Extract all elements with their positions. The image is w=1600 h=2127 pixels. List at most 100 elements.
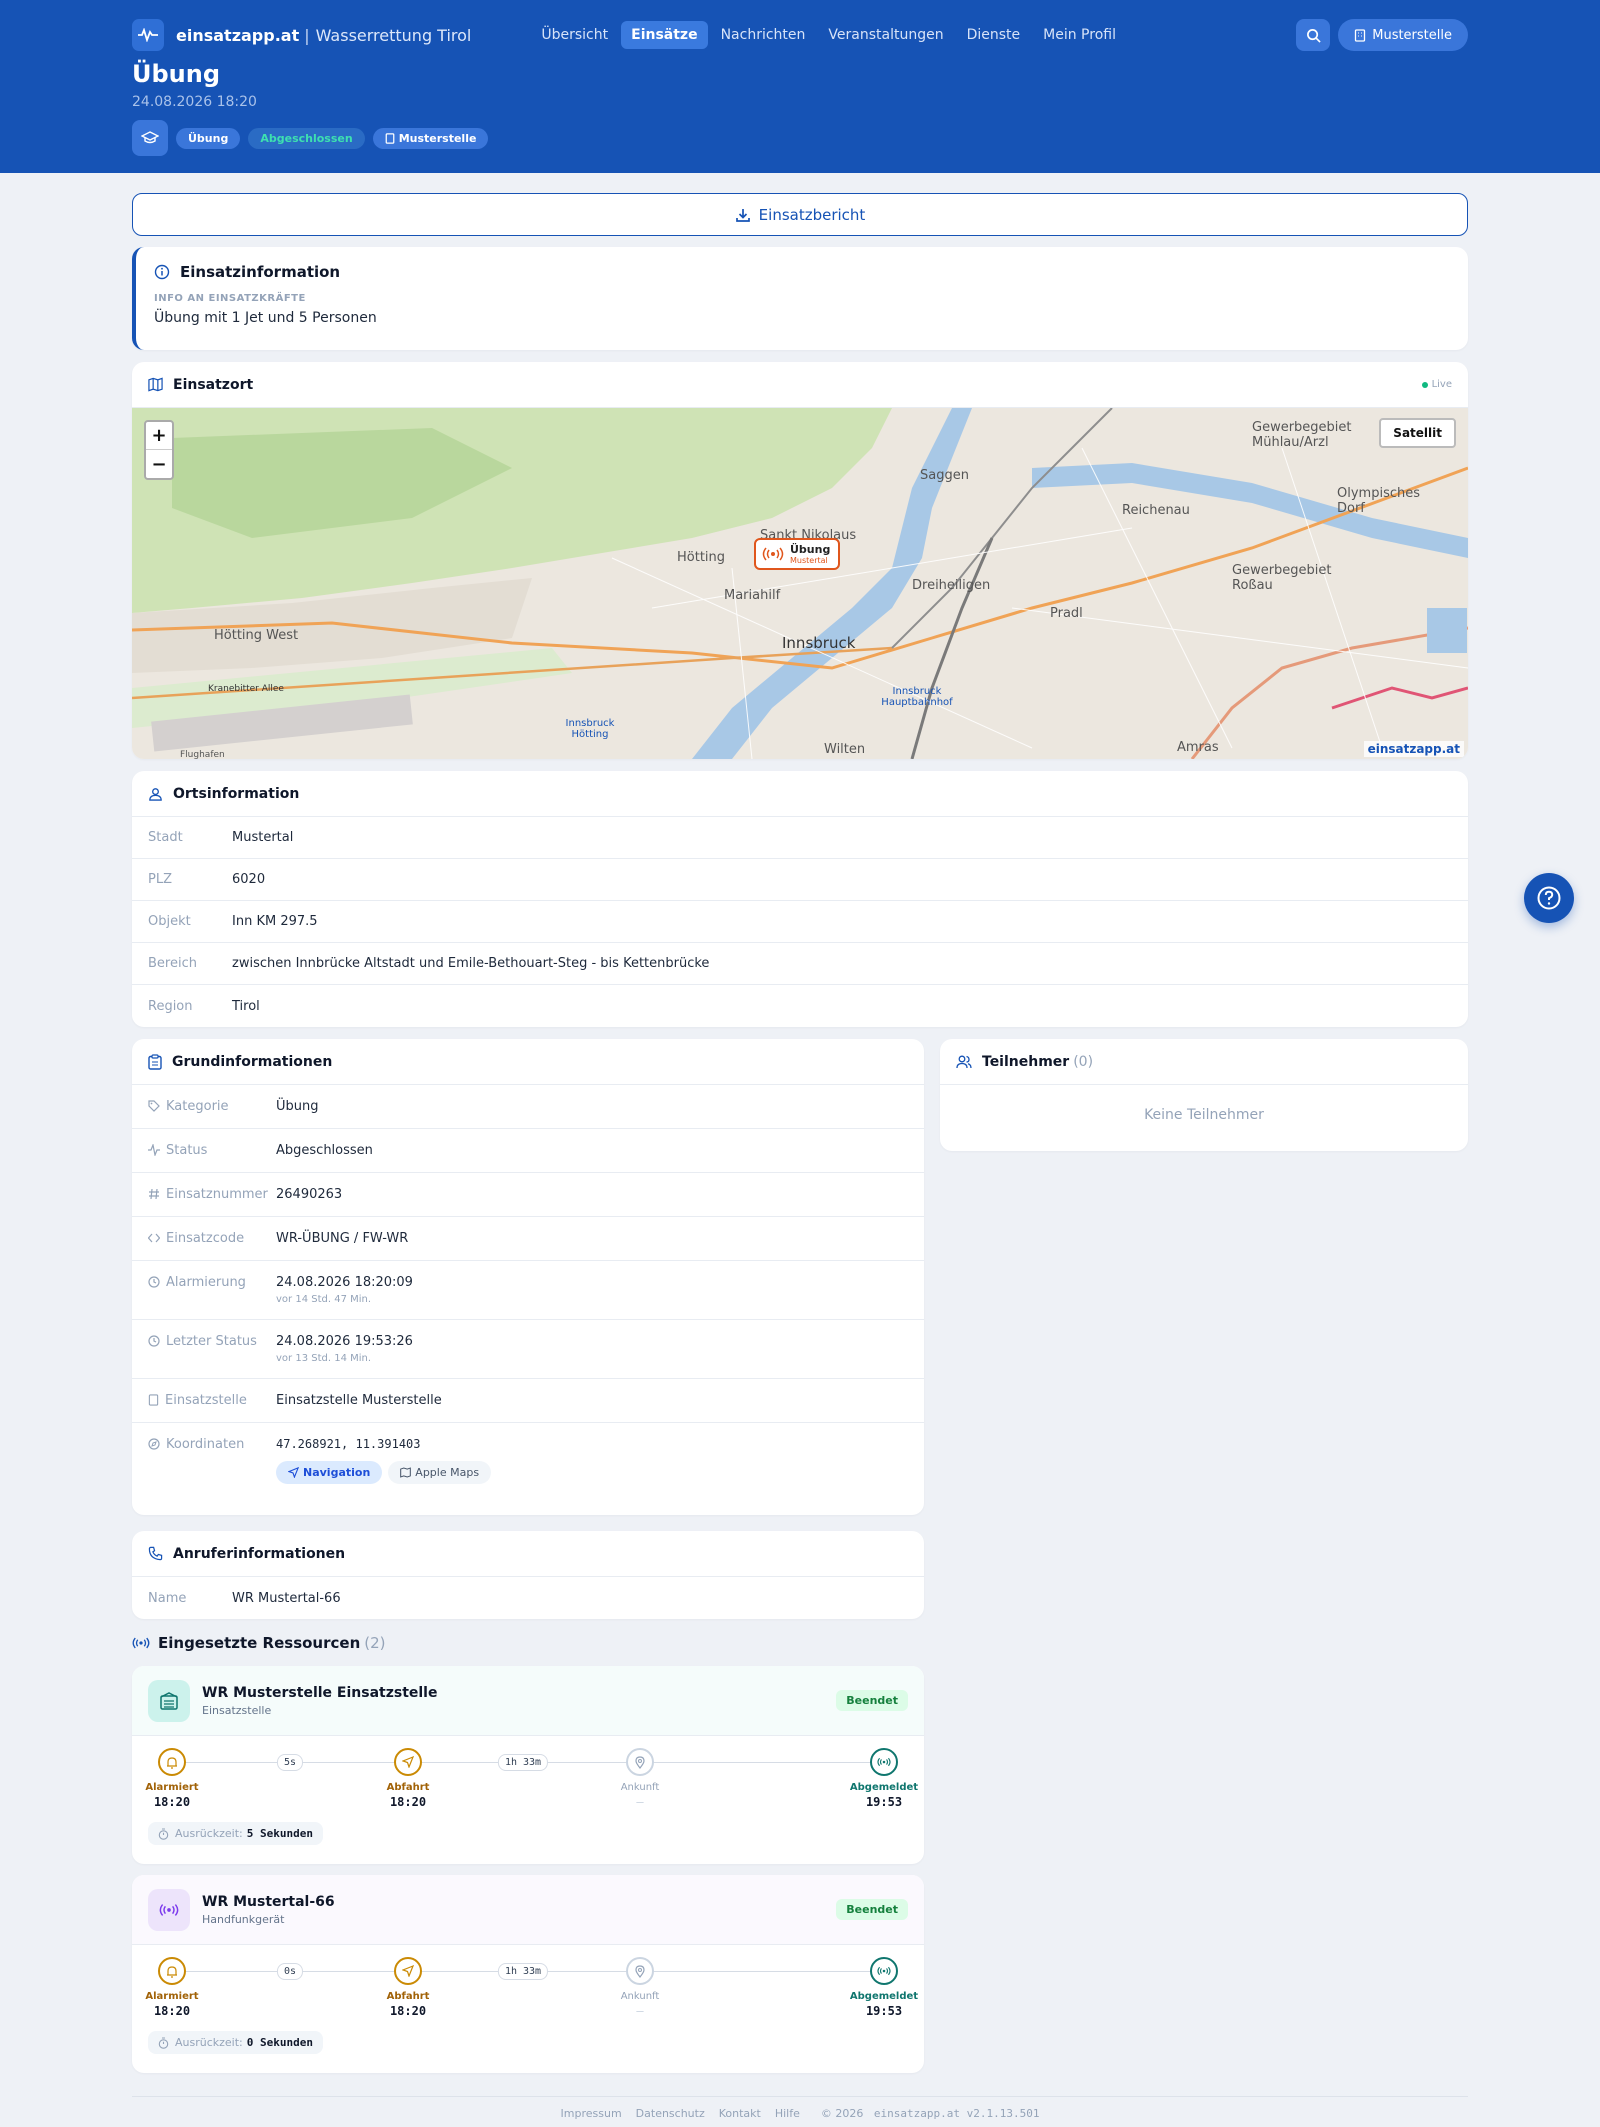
map-label: Amras	[1177, 740, 1219, 755]
header-chips: Übung Abgeschlossen Musterstelle	[132, 120, 496, 156]
help-button[interactable]	[1524, 873, 1574, 923]
radio-device-icon	[148, 1888, 190, 1931]
info-row-einsatzstelle: Einsatzstelle Einsatzstelle Musterstelle	[132, 1379, 924, 1423]
map-view[interactable]: Hötting Mariahilf Sankt Nikolaus Saggen …	[132, 408, 1468, 759]
location-card-header: Ortsinformation	[132, 771, 1468, 817]
menu-item-profil[interactable]: Mein Profil	[1033, 21, 1126, 49]
map-label: Saggen	[920, 468, 969, 483]
timeline-duration: 0s	[276, 1963, 304, 1980]
menu-item-veranstaltungen[interactable]: Veranstaltungen	[818, 21, 953, 49]
row-value: Inn KM 297.5	[232, 914, 318, 929]
zoom-out-button[interactable]: −	[146, 450, 172, 478]
live-indicator: Live	[1421, 379, 1452, 390]
step-label: Ankunft	[620, 1782, 660, 1793]
resource-type: Einsatzstelle	[202, 1703, 272, 1717]
nummer-value: 26490263	[276, 1187, 343, 1202]
info-row-last-status: Letzter Status 24.08.2026 19:53:26 vor 13…	[132, 1320, 924, 1379]
tag-icon	[148, 1100, 160, 1112]
timeline-step-alarmiert: Alarmiert 18:20	[132, 1748, 212, 1809]
hash-icon	[149, 1188, 159, 1200]
row-label: Region	[148, 998, 193, 1014]
menu-item-nachrichten[interactable]: Nachrichten	[711, 21, 816, 49]
info-row-kategorie: Kategorie Übung	[132, 1085, 924, 1129]
timeline-step-ankunft: Ankunft —	[600, 1748, 680, 1809]
building-icon	[1355, 28, 1366, 42]
caller-info-card: Anruferinformationen Name WR Mustertal-66	[132, 1531, 924, 1619]
menu-item-dienste[interactable]: Dienste	[957, 21, 1031, 49]
bell-icon	[158, 1957, 186, 1985]
search-button[interactable]	[1296, 19, 1331, 51]
map-label: Innsbruck	[782, 634, 856, 652]
zoom-in-button[interactable]: +	[146, 422, 172, 450]
last-status-relative: vor 13 Std. 14 Min.	[276, 1353, 372, 1364]
row-label: Alarmierung	[148, 1275, 276, 1305]
resource-name: WR Musterstelle Einsatzstelle	[202, 1684, 438, 1701]
brand-name[interactable]: einsatzapp.at	[176, 26, 299, 45]
timeline-step-abgemeldet: Abgemeldet 19:53	[844, 1957, 924, 2018]
navigation-button-label: Navigation	[303, 1466, 371, 1479]
user-pin-icon	[149, 788, 162, 801]
status-value: Abgeschlossen	[276, 1143, 373, 1158]
footer-link-kontakt[interactable]: Kontakt	[719, 2107, 761, 2120]
menu-item-uebersicht[interactable]: Übersicht	[531, 21, 618, 49]
bell-icon	[158, 1748, 186, 1776]
station-chip: Musterstelle	[372, 127, 489, 149]
apple-maps-button[interactable]: Apple Maps	[388, 1461, 492, 1484]
basic-info-title: Grundinformationen	[172, 1053, 333, 1070]
user-menu-button[interactable]: Musterstelle	[1338, 19, 1468, 51]
top-nav: einsatzapp.at | Wasserrettung Tirol Über…	[132, 18, 1468, 52]
navigation-arrow-icon	[394, 1748, 422, 1776]
timeline-duration: 1h 33m	[497, 1963, 549, 1980]
row-value: Mustertal	[232, 830, 294, 845]
resources-section-title: Eingesetzte Ressourcen (2)	[132, 1634, 386, 1652]
clock-icon	[148, 1276, 160, 1288]
resource-card[interactable]: WR Musterstelle Einsatzstelle Einsatzste…	[132, 1666, 924, 1864]
incident-marker[interactable]: Übung Mustertal	[754, 538, 841, 570]
timeline-step-abfahrt: Abfahrt 18:20	[368, 1957, 448, 2018]
resource-card[interactable]: WR Mustertal-66 Handfunkgerät Beendet 0s…	[132, 1875, 924, 2073]
navigation-button[interactable]: Navigation	[276, 1461, 383, 1484]
participants-card: Teilnehmer (0) Keine Teilnehmer	[940, 1039, 1468, 1151]
timeline-step-abgemeldet: Abgemeldet 19:53	[844, 1748, 924, 1809]
timeline-step-alarmiert: Alarmiert 18:20	[132, 1957, 212, 2018]
step-time: 19:53	[865, 2004, 903, 2018]
map-label: Hötting	[677, 550, 726, 565]
menu-item-einsaetze[interactable]: Einsätze	[621, 21, 708, 49]
caller-info-title: Anruferinformationen	[173, 1545, 346, 1562]
resource-header: WR Mustertal-66 Handfunkgerät Beendet	[132, 1875, 924, 1945]
row-label: Koordinaten	[148, 1437, 276, 1484]
map-label: Pradl	[1050, 606, 1083, 621]
satellite-toggle-button[interactable]: Satellit	[1379, 418, 1456, 448]
kategorie-label: Kategorie	[166, 1099, 229, 1114]
participants-header: Teilnehmer (0)	[940, 1039, 1468, 1085]
resource-name: WR Mustertal-66	[202, 1893, 335, 1910]
row-label: PLZ	[148, 872, 172, 887]
basic-info-card: Grundinformationen Kategorie Übung Statu…	[132, 1039, 924, 1515]
footer-link-impressum[interactable]: Impressum	[561, 2107, 622, 2120]
step-label: Abfahrt	[386, 1782, 430, 1793]
copyright-text: © 2026	[820, 2107, 864, 2120]
footer-link-datenschutz[interactable]: Datenschutz	[636, 2107, 705, 2120]
location-row: Bereich zwischen Innbrücke Altstadt und E…	[132, 943, 1468, 985]
location-row: Stadt Mustertal	[132, 817, 1468, 859]
report-download-button[interactable]: Einsatzbericht	[132, 193, 1468, 236]
resources-count: (2)	[364, 1634, 386, 1652]
footer-version: einsatzapp.at v2.1.13.501	[873, 2107, 1040, 2120]
main-menu: Übersicht Einsätze Nachrichten Veranstal…	[531, 21, 1129, 49]
fire-station-icon	[148, 1679, 190, 1722]
resource-timeline: 0s 1h 33m Alarmiert 18:20 Abfahrt 18:20 …	[145, 1945, 918, 2031]
step-label: Alarmiert	[145, 1782, 199, 1793]
map-card: Einsatzort Live Hötting Mariahilf Sankt …	[132, 362, 1468, 759]
building-icon	[148, 1394, 159, 1406]
status-chip: Abgeschlossen	[248, 127, 365, 149]
row-value: Tirol	[232, 998, 260, 1014]
step-time: 19:53	[865, 1795, 903, 1809]
header: einsatzapp.at | Wasserrettung Tirol Über…	[0, 0, 1600, 173]
logo-icon[interactable]	[132, 19, 164, 51]
info-title-row: Einsatzinformation	[154, 263, 1450, 281]
location-info-card: Ortsinformation Stadt Mustertal PLZ 6020 O…	[132, 771, 1468, 1027]
last-status-label: Letzter Status	[166, 1334, 257, 1349]
footer-link-hilfe[interactable]: Hilfe	[775, 2107, 800, 2120]
map-brand: einsatzapp.at	[1363, 741, 1464, 757]
radio-waves-icon	[870, 1748, 898, 1776]
